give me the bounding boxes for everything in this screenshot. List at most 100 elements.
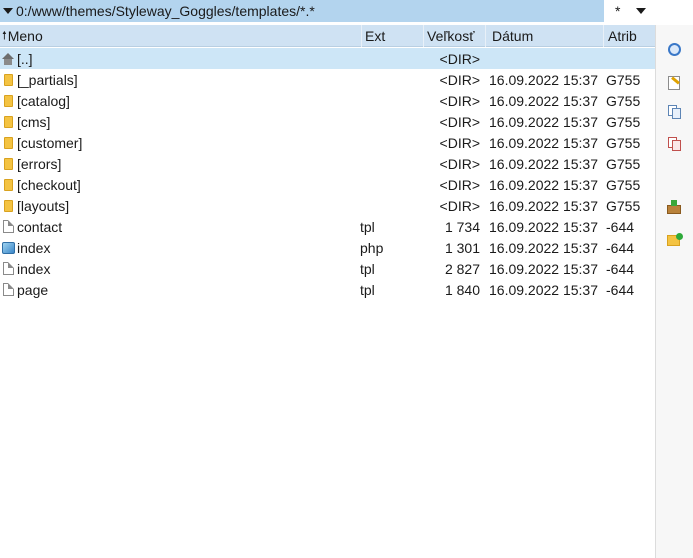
file-date: 16.09.2022 15:37 xyxy=(489,134,598,151)
folder-icon xyxy=(1,132,15,153)
php-file-icon xyxy=(1,237,15,258)
copy-icon xyxy=(667,105,681,119)
file-row-parent[interactable]: [..] <DIR> xyxy=(0,48,656,69)
file-size: <DIR> xyxy=(439,176,480,193)
sort-ascending-icon: 🠕 xyxy=(2,29,7,42)
file-attr: G755 xyxy=(606,176,641,193)
vertical-toolbar xyxy=(656,25,693,558)
column-name-label: Meno xyxy=(7,28,43,44)
file-name: [checkout] xyxy=(17,176,81,193)
folder-icon xyxy=(1,174,15,195)
chevron-down-icon[interactable] xyxy=(636,8,647,14)
file-size: 1 301 xyxy=(444,239,480,256)
column-date[interactable]: Dátum xyxy=(486,25,604,47)
new-folder-button[interactable] xyxy=(666,231,683,247)
file-attr: G755 xyxy=(606,92,641,109)
parent-dir-icon xyxy=(1,48,15,69)
file-name: [_partials] xyxy=(17,71,78,88)
move-button[interactable] xyxy=(666,136,682,152)
file-date: 16.09.2022 15:37 xyxy=(489,218,598,235)
view-button[interactable] xyxy=(666,41,682,57)
file-name: page xyxy=(17,281,49,298)
column-ext-label: Ext xyxy=(365,28,386,44)
file-name: [layouts] xyxy=(17,197,70,214)
file-attr: G755 xyxy=(606,113,641,130)
path-bar[interactable]: 0:/www/themes/Styleway_Goggles/templates… xyxy=(0,0,604,22)
column-attr[interactable]: Atrib xyxy=(604,25,656,47)
file-size: 1 840 xyxy=(444,281,480,298)
file-size: 1 734 xyxy=(444,218,480,235)
file-attr: G755 xyxy=(606,134,641,151)
folder-icon xyxy=(1,195,15,216)
file-date: 16.09.2022 15:37 xyxy=(489,176,598,193)
folder-icon xyxy=(1,69,15,90)
column-ext[interactable]: Ext xyxy=(362,25,424,47)
file-attr: -644 xyxy=(606,281,635,298)
folder-icon xyxy=(1,90,15,111)
file-name: index xyxy=(17,260,51,277)
view-icon xyxy=(667,42,681,56)
file-icon xyxy=(1,279,15,300)
folder-icon xyxy=(1,153,15,174)
copy-button[interactable] xyxy=(666,104,682,120)
file-ext: tpl xyxy=(360,218,375,235)
file-date: 16.09.2022 15:37 xyxy=(489,239,598,256)
file-attr: G755 xyxy=(606,155,641,172)
new-folder-icon xyxy=(666,232,683,246)
column-size-label: Veľkosť xyxy=(427,28,475,44)
file-attr: -644 xyxy=(606,218,635,235)
file-list: [..] <DIR> [_partials] <DIR> 16.09.2022 … xyxy=(0,48,656,300)
file-row[interactable]: [catalog] <DIR> 16.09.2022 15:37 G755 xyxy=(0,90,656,111)
file-name: [customer] xyxy=(17,134,83,151)
file-row[interactable]: index php 1 301 16.09.2022 15:37 -644 xyxy=(0,237,656,258)
column-name[interactable]: 🠕 Meno xyxy=(0,25,362,47)
file-row[interactable]: [errors] <DIR> 16.09.2022 15:37 G755 xyxy=(0,153,656,174)
file-name: [catalog] xyxy=(17,92,70,109)
file-row[interactable]: page tpl 1 840 16.09.2022 15:37 -644 xyxy=(0,279,656,300)
file-date: 16.09.2022 15:37 xyxy=(489,197,598,214)
file-row[interactable]: [customer] <DIR> 16.09.2022 15:37 G755 xyxy=(0,132,656,153)
file-date: 16.09.2022 15:37 xyxy=(489,71,598,88)
file-row[interactable]: [_partials] <DIR> 16.09.2022 15:37 G755 xyxy=(0,69,656,90)
file-name: [errors] xyxy=(17,155,62,172)
file-size: <DIR> xyxy=(439,50,480,67)
column-header: 🠕 Meno Ext Veľkosť Dátum Atrib xyxy=(0,25,656,47)
file-date: 16.09.2022 15:37 xyxy=(489,281,598,298)
file-size: <DIR> xyxy=(439,134,480,151)
column-size[interactable]: Veľkosť xyxy=(424,25,486,47)
file-row[interactable]: [cms] <DIR> 16.09.2022 15:37 G755 xyxy=(0,111,656,132)
file-date: 16.09.2022 15:37 xyxy=(489,92,598,109)
move-icon xyxy=(667,137,681,151)
current-path: 0:/www/themes/Styleway_Goggles/templates… xyxy=(16,3,315,19)
file-row[interactable]: index tpl 2 827 16.09.2022 15:37 -644 xyxy=(0,258,656,279)
file-size: <DIR> xyxy=(439,71,480,88)
filter-dropdown[interactable]: * xyxy=(606,0,655,22)
file-size: 2 827 xyxy=(444,260,480,277)
file-size: <DIR> xyxy=(439,197,480,214)
file-attr: -644 xyxy=(606,239,635,256)
file-row[interactable]: [checkout] <DIR> 16.09.2022 15:37 G755 xyxy=(0,174,656,195)
file-row[interactable]: [layouts] <DIR> 16.09.2022 15:37 G755 xyxy=(0,195,656,216)
file-name: index xyxy=(17,239,51,256)
pack-button[interactable] xyxy=(666,199,682,215)
edit-button[interactable] xyxy=(666,75,682,91)
history-dropdown-icon[interactable] xyxy=(3,8,13,14)
column-attr-label: Atrib xyxy=(608,28,637,44)
file-icon xyxy=(1,258,15,279)
file-name: contact xyxy=(17,218,63,235)
file-ext: tpl xyxy=(360,281,375,298)
file-attr: -644 xyxy=(606,260,635,277)
file-size: <DIR> xyxy=(439,113,480,130)
file-date: 16.09.2022 15:37 xyxy=(489,155,598,172)
file-row[interactable]: contact tpl 1 734 16.09.2022 15:37 -644 xyxy=(0,216,656,237)
filter-value: * xyxy=(615,3,621,19)
file-ext: php xyxy=(360,239,384,256)
file-name: [cms] xyxy=(17,113,51,130)
file-size: <DIR> xyxy=(439,155,480,172)
file-ext: tpl xyxy=(360,260,375,277)
file-name: [..] xyxy=(17,50,33,67)
folder-icon xyxy=(1,111,15,132)
file-icon xyxy=(1,216,15,237)
file-date: 16.09.2022 15:37 xyxy=(489,113,598,130)
file-date: 16.09.2022 15:37 xyxy=(489,260,598,277)
